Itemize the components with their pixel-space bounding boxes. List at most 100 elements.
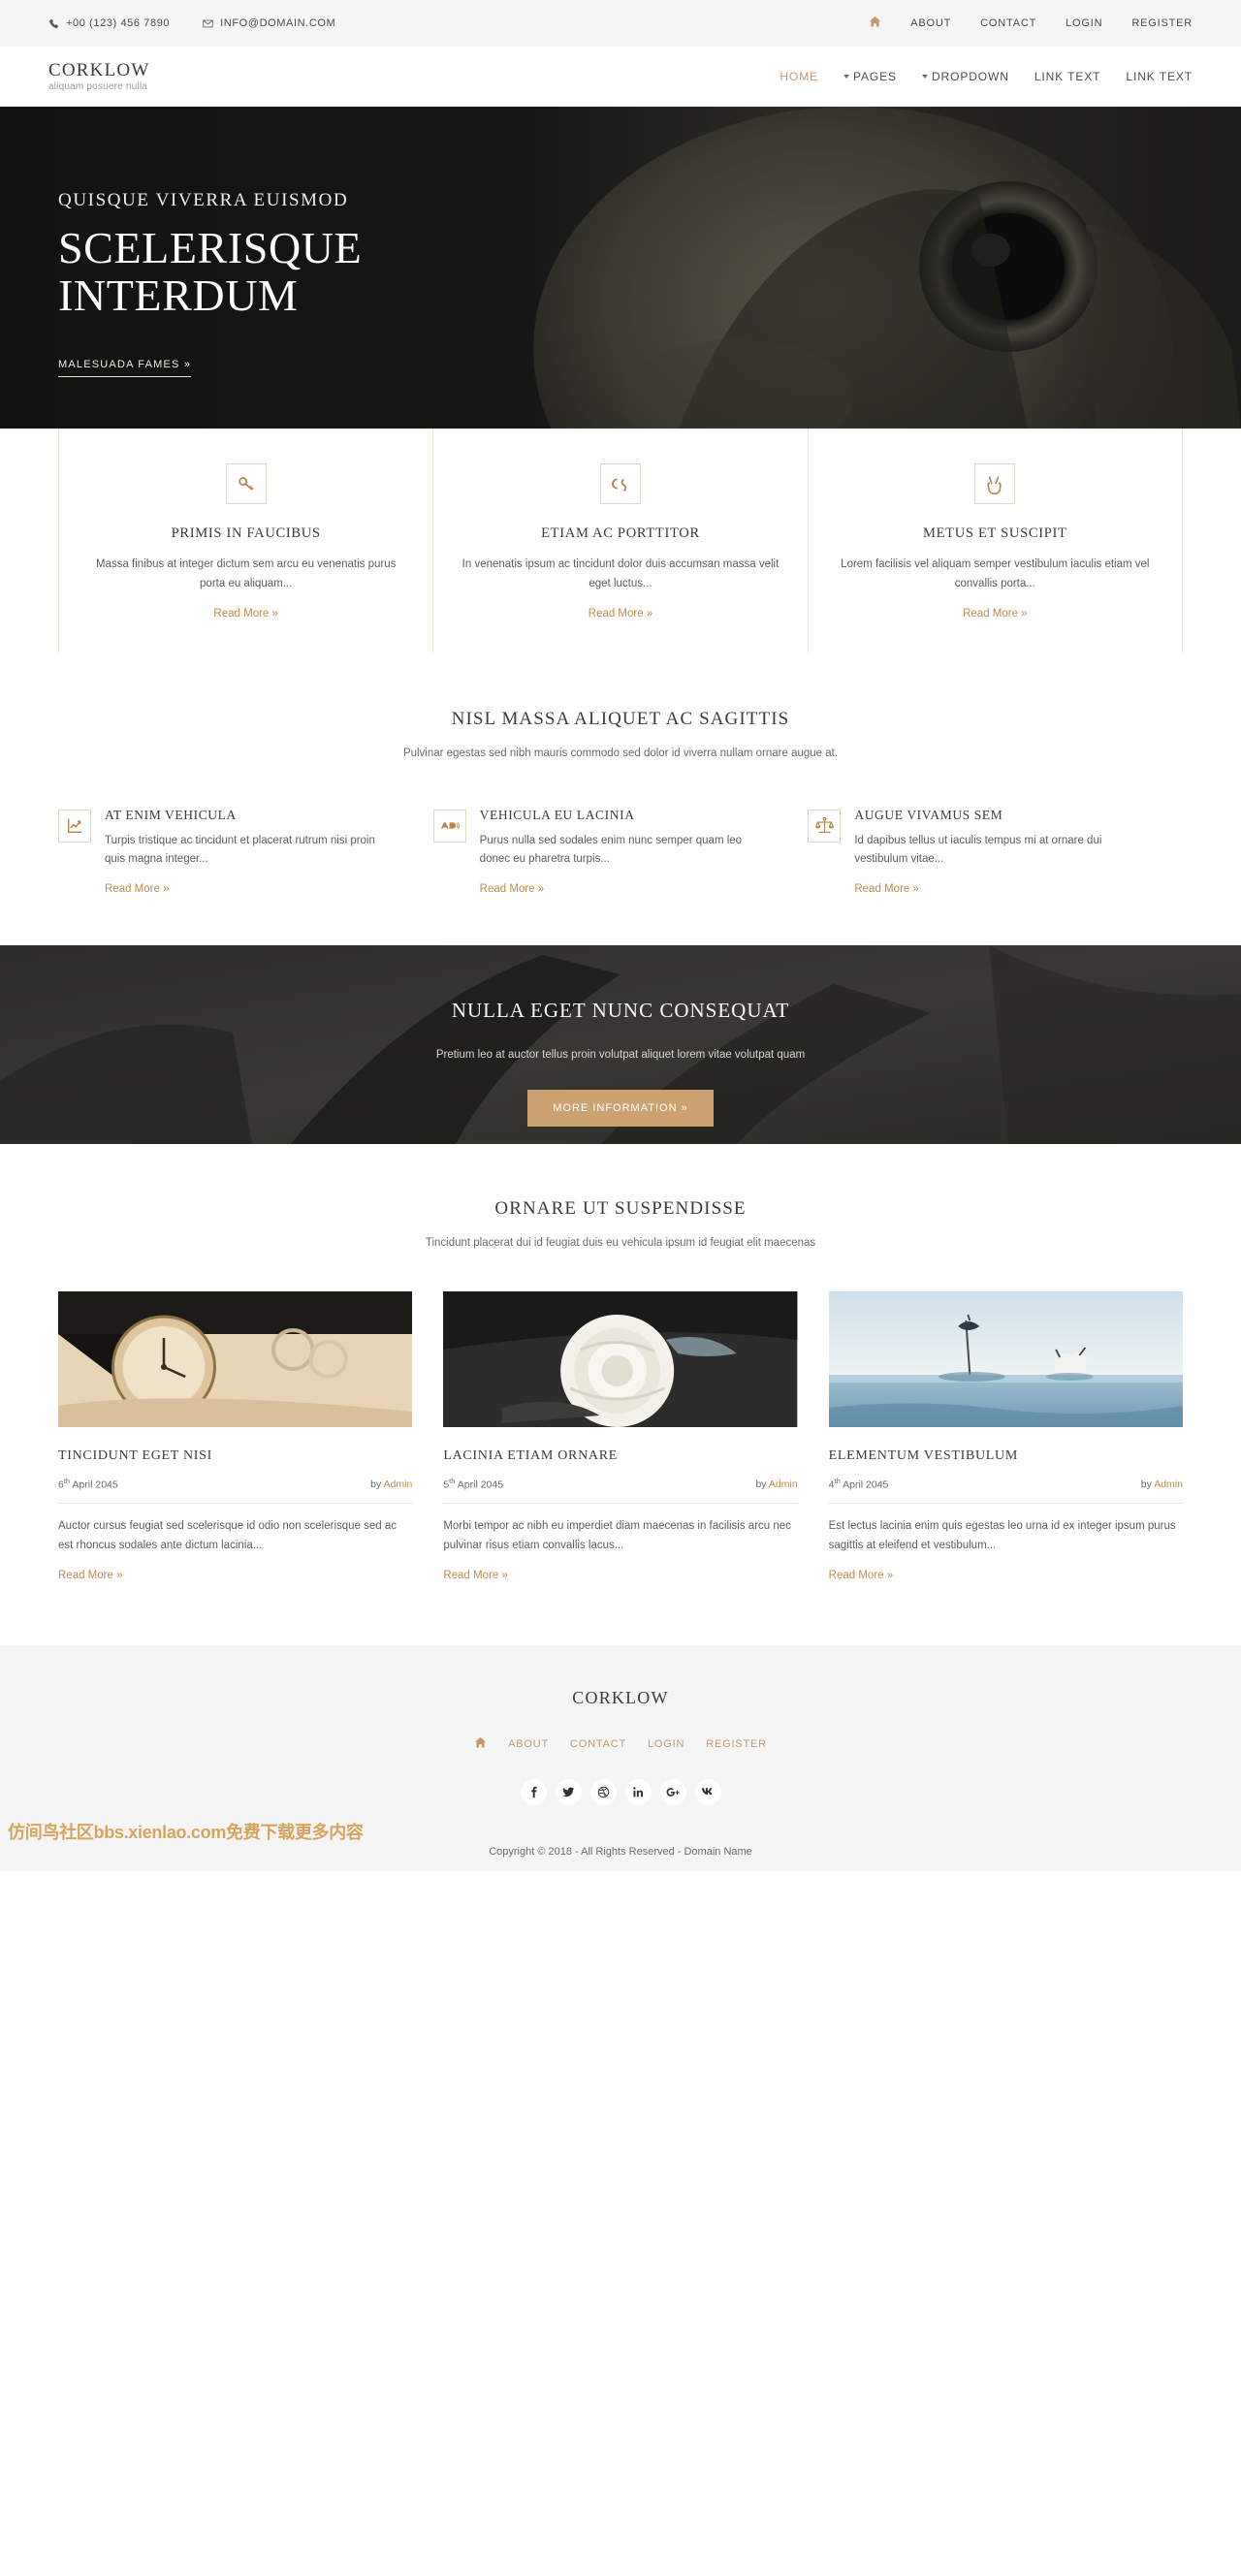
google-plus-icon[interactable] [659, 1778, 686, 1805]
facebook-icon[interactable] [520, 1778, 547, 1805]
peace-hand-icon [974, 463, 1016, 504]
service-item[interactable]: AT ENIM VEHICULA Turpis tristique ac tin… [58, 808, 433, 897]
post-title: TINCIDUNT EGET NISI [58, 1447, 212, 1463]
feature-box[interactable]: METUS ET SUSCIPIT Lorem facilisis vel al… [809, 429, 1182, 652]
creative-commons-sa-icon [599, 463, 641, 504]
topbar-link-about[interactable]: ABOUT [910, 17, 951, 29]
copyright-text: Copyright © 2018 - All Rights Reserved -… [489, 1845, 752, 1858]
read-more-link[interactable]: Read More » [480, 883, 544, 895]
main-navigation: HOME PAGES DROPDOWN LINK TEXT LINK TEXT [780, 70, 1193, 83]
footer-link-about[interactable]: ABOUT [508, 1738, 549, 1750]
footer-link-login[interactable]: LOGIN [648, 1738, 684, 1750]
feature-title: METUS ET SUSCIPIT [923, 525, 1067, 541]
post-author: by Admin [1140, 1479, 1183, 1491]
section-title: ORNARE UT SUSPENDISSE [494, 1197, 747, 1219]
nav-item-link-text-1[interactable]: LINK TEXT [1034, 70, 1101, 83]
logo-tagline: aliquam posuere nulla [48, 81, 148, 93]
service-text: Id dapibus tellus ut iaculis tempus mi a… [854, 834, 1102, 866]
feature-text: Lorem facilisis vel aliquam semper vesti… [841, 558, 1150, 589]
feature-text: Massa finibus at integer dictum sem arcu… [95, 558, 397, 589]
footer-link-contact[interactable]: CONTACT [570, 1738, 626, 1750]
footer-home-link[interactable] [474, 1736, 487, 1752]
topbar-link-register[interactable]: REGISTER [1131, 17, 1193, 29]
feature-title: ETIAM AC PORTTITOR [541, 525, 700, 541]
twitter-icon[interactable] [555, 1778, 582, 1805]
hero-title-line-2: INTERDUM [58, 270, 299, 320]
topbar-link-contact[interactable]: CONTACT [980, 17, 1036, 29]
blog-post-card[interactable]: ELEMENTUM VESTIBULUM 4th April 2045 by A… [828, 1290, 1183, 1583]
phone-icon [48, 18, 59, 29]
read-more-link[interactable]: Read More » [58, 1570, 122, 1581]
read-more-link[interactable]: Read More » [963, 608, 1027, 620]
key-icon [225, 463, 267, 504]
feature-box[interactable]: PRIMIS IN FAUCIBUS Massa finibus at inte… [59, 429, 434, 652]
feature-text: In venenatis ipsum ac tincidunt dolor du… [461, 558, 780, 589]
more-information-button[interactable]: MORE INFORMATION » [527, 1089, 714, 1127]
hero-cta-button[interactable]: MALESUADA FAMES » [58, 359, 192, 377]
phone-info: +00 (123) 456 7890 [48, 17, 170, 29]
nav-label: DROPDOWN [931, 70, 1009, 83]
post-excerpt: Est lectus lacinia enim quis egestas leo… [828, 1520, 1176, 1551]
section-title: NISL MASSA ALIQUET AC SAGITTIS [451, 708, 790, 729]
post-meta: 5th April 2045 by Admin [443, 1476, 798, 1505]
phone-number: +00 (123) 456 7890 [66, 17, 171, 29]
hero-eyebrow: QUISQUE VIVERRA EUISMOD [58, 190, 349, 210]
vk-icon[interactable] [694, 1778, 721, 1805]
blog-post-card[interactable]: TINCIDUNT EGET NISI 6th April 2045 by Ad… [58, 1290, 413, 1583]
nav-item-pages[interactable]: PAGES [843, 70, 897, 83]
feature-box[interactable]: ETIAM AC PORTTITOR In venenatis ipsum ac… [433, 429, 809, 652]
section-subtitle: Pulvinar egestas sed nibh mauris commodo… [402, 747, 839, 759]
hero-title-line-1: SCELERISQUE [58, 223, 363, 272]
post-excerpt: Auctor cursus feugiat sed scelerisque id… [58, 1520, 398, 1551]
watermark-text: 仿间鸟社区bbs.xienlao.com免费下载更多内容 [8, 1822, 364, 1842]
post-thumbnail [828, 1290, 1183, 1427]
nav-item-dropdown[interactable]: DROPDOWN [921, 70, 1009, 83]
section-subtitle: Tincidunt placerat dui id feugiat duis e… [425, 1236, 816, 1249]
linkedin-icon[interactable] [624, 1778, 652, 1805]
post-author: by Admin [755, 1479, 798, 1491]
top-bar: +00 (123) 456 7890 INFO@DOMAIN.COM ABOUT… [0, 0, 1241, 47]
home-icon [474, 1736, 487, 1752]
footer-navigation: ABOUT CONTACT LOGIN REGISTER [0, 1736, 1241, 1752]
topbar-link-login[interactable]: LOGIN [1066, 17, 1102, 29]
chevron-down-icon [921, 75, 928, 79]
service-title: VEHICULA EU LACINIA [479, 807, 635, 822]
post-date: 5th April 2045 [443, 1476, 504, 1491]
service-item[interactable]: AUGUE VIVAMUS SEM Id dapibus tellus ut i… [808, 808, 1183, 897]
service-text: Turpis tristique ac tincidunt et placera… [105, 834, 375, 866]
post-meta: 6th April 2045 by Admin [58, 1477, 413, 1505]
post-meta: 4th April 2045 by Admin [828, 1476, 1183, 1505]
post-excerpt: Morbi tempor ac nibh eu imperdiet diam m… [443, 1520, 791, 1551]
service-title: AUGUE VIVAMUS SEM [854, 807, 1003, 822]
envelope-icon [203, 18, 213, 29]
service-item[interactable]: VEHICULA EU LACINIA Purus nulla sed soda… [432, 807, 809, 897]
services-section: NISL MASSA ALIQUET AC SAGITTIS Pulvinar … [0, 652, 1241, 945]
nav-item-home[interactable]: HOME [780, 70, 818, 83]
read-more-link[interactable]: Read More » [213, 608, 277, 620]
feature-boxes-section: PRIMIS IN FAUCIBUS Massa finibus at inte… [0, 429, 1241, 652]
blog-post-card[interactable]: LACINIA ETIAM ORNARE 5th April 2045 by A… [443, 1290, 798, 1583]
read-more-link[interactable]: Read More » [105, 883, 169, 895]
post-thumbnail [443, 1290, 798, 1427]
feature-title: PRIMIS IN FAUCIBUS [171, 525, 321, 541]
nav-item-link-text-2[interactable]: LINK TEXT [1126, 70, 1193, 83]
service-text: Purus nulla sed sodales enim nunc semper… [479, 834, 743, 866]
audio-description-icon [432, 809, 466, 843]
site-footer: CORKLOW ABOUT CONTACT LOGIN REGISTER 仿间鸟… [0, 1644, 1241, 1871]
footer-link-register[interactable]: REGISTER [706, 1738, 767, 1750]
read-more-link[interactable]: Read More » [854, 883, 918, 895]
site-logo[interactable]: CORKLOW aliquam posuere nulla [48, 60, 149, 93]
read-more-link[interactable]: Read More » [443, 1570, 507, 1581]
nav-label: LINK TEXT [1126, 70, 1193, 83]
social-links [0, 1778, 1241, 1805]
service-title: AT ENIM VEHICULA [105, 807, 237, 822]
home-icon-link[interactable] [869, 16, 881, 31]
post-date: 4th April 2045 [828, 1476, 889, 1491]
dribbble-icon[interactable] [589, 1778, 617, 1805]
email-address: INFO@DOMAIN.COM [220, 17, 336, 29]
read-more-link[interactable]: Read More » [829, 1570, 893, 1581]
post-title: LACINIA ETIAM ORNARE [443, 1447, 618, 1463]
callout-title: NULLA EGET NUNC CONSEQUAT [451, 998, 790, 1022]
chevron-down-icon [843, 75, 849, 79]
read-more-link[interactable]: Read More » [589, 608, 652, 620]
